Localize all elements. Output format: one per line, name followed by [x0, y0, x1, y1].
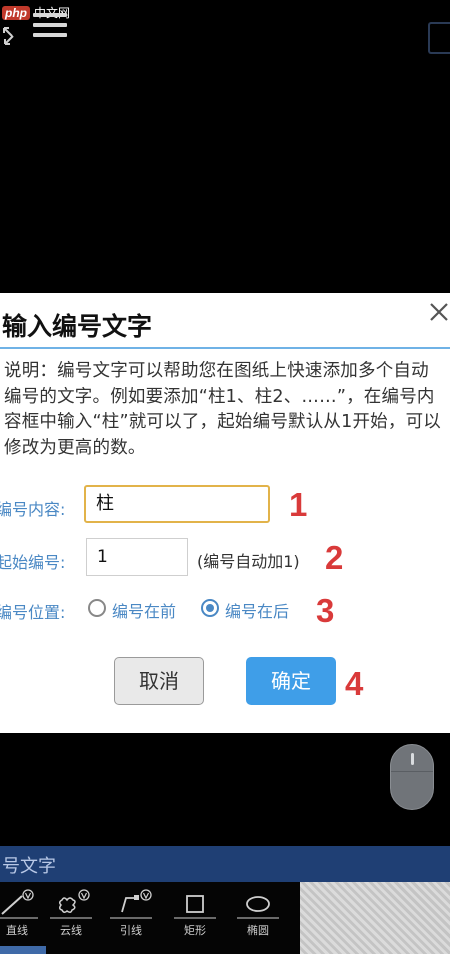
cloud-line-icon [50, 889, 92, 919]
close-icon[interactable] [428, 301, 450, 323]
radio-before[interactable] [88, 599, 106, 617]
bottom-panel [0, 846, 450, 882]
ellipse-icon [237, 896, 279, 919]
tool-line[interactable]: 直线 [0, 886, 42, 946]
expand-icon[interactable] [2, 26, 18, 46]
leader-line-icon [110, 889, 152, 919]
annotation-3: 3 [316, 592, 335, 629]
watermark-logo: php [2, 6, 30, 20]
tool-ellipse[interactable]: 椭圆 [233, 886, 283, 946]
annotation-2: 2 [325, 539, 344, 576]
annotation-1: 1 [289, 486, 308, 523]
menu-icon[interactable] [33, 13, 67, 45]
tool-rectangle[interactable]: 矩形 [170, 886, 220, 946]
tool-leader-line[interactable]: 引线 [106, 886, 156, 946]
tool-cloud-line[interactable]: 云线 [46, 886, 96, 946]
title-divider [0, 347, 450, 349]
bottom-accent-bar [0, 946, 46, 954]
position-label: 编号位置: [0, 603, 66, 622]
mouse-icon[interactable] [390, 744, 434, 810]
bottom-panel-label: 号文字 [2, 856, 56, 877]
tool-rectangle-label: 矩形 [184, 924, 206, 937]
radio-before-label[interactable]: 编号在前 [112, 598, 176, 622]
rectangle-icon [174, 895, 216, 919]
layers-icon[interactable] [428, 22, 450, 54]
start-label: 起始编号: [0, 553, 66, 572]
start-hint: (编号自动加1) [197, 552, 300, 571]
dialog-title: 输入编号文字 [2, 312, 153, 341]
content-input[interactable]: 柱 [84, 485, 270, 523]
blurred-region [300, 882, 450, 954]
number-text-dialog: 输入编号文字 说明：编号文字可以帮助您在图纸上快速添加多个自动编号的文字。例如要… [0, 293, 450, 733]
start-number-input[interactable]: 1 [86, 538, 188, 576]
cancel-button[interactable]: 取消 [114, 657, 204, 705]
annotation-4: 4 [345, 665, 364, 702]
line-icon [0, 889, 38, 919]
content-label: 编号内容: [0, 500, 66, 519]
tool-line-label: 直线 [6, 924, 28, 937]
tool-leader-line-label: 引线 [120, 924, 142, 937]
tool-cloud-line-label: 云线 [60, 924, 82, 937]
tool-ellipse-label: 椭圆 [247, 924, 269, 937]
dialog-description: 说明：编号文字可以帮助您在图纸上快速添加多个自动编号的文字。例如要添加“柱1、柱… [4, 361, 441, 458]
ok-button[interactable]: 确定 [246, 657, 336, 705]
radio-after-label[interactable]: 编号在后 [225, 598, 289, 622]
radio-after[interactable] [201, 599, 219, 617]
